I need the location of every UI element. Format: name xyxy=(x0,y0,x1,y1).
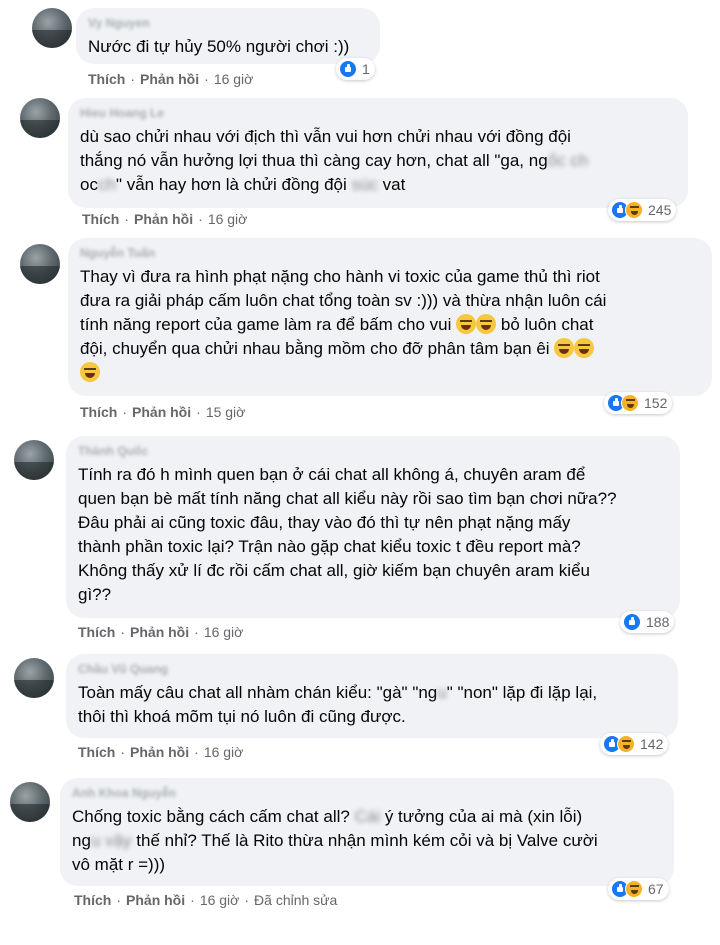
timestamp[interactable]: 16 giờ xyxy=(208,211,248,227)
laughing-emoji-icon xyxy=(476,314,497,334)
avatar[interactable] xyxy=(14,440,54,480)
comment-actions: Thích · Phản hồi · 16 giờ xyxy=(82,211,248,227)
comment-bubble: Châu Vũ Quang Toàn mấy câu chat all nhàm… xyxy=(66,654,678,738)
reaction-count: 142 xyxy=(640,736,664,752)
comment-line: gì?? xyxy=(78,585,112,604)
laughing-emoji-icon xyxy=(554,338,575,358)
reaction-summary[interactable]: 67 xyxy=(608,878,669,900)
avatar[interactable] xyxy=(20,98,60,138)
censored-text: Cái xyxy=(354,807,381,826)
avatar[interactable] xyxy=(32,8,72,48)
comment-line: occh" vẫn hay hơn là chửi đồng đội súc v… xyxy=(80,175,406,194)
comment-actions: Thích · Phản hồi · 16 giờ xyxy=(78,624,244,640)
comment-line: Nước đi tự hủy 50% người chơi :)) xyxy=(88,37,350,56)
timestamp[interactable]: 16 giờ xyxy=(200,892,240,908)
reaction-summary[interactable]: 142 xyxy=(600,733,669,755)
censored-text: ch xyxy=(97,175,116,194)
reaction-count: 1 xyxy=(362,61,370,77)
comment-line: quen bạn bè mất tính năng chat all kiểu … xyxy=(78,489,617,508)
timestamp[interactable]: 15 giờ xyxy=(206,404,246,420)
timestamp[interactable]: 16 giờ xyxy=(214,71,254,87)
comment-text: Toàn mấy câu chat all nhàm chán kiểu: "g… xyxy=(78,681,666,729)
author-name[interactable]: Thành Quốc xyxy=(78,444,668,459)
comment-line: thắng nó vẫn hưởng lợi thua thì càng cay… xyxy=(80,151,589,170)
comment-line: Tính ra đó h mình quen bạn ở cái chat al… xyxy=(78,465,586,484)
comment-text: Tính ra đó h mình quen bạn ở cái chat al… xyxy=(78,463,668,607)
comment-bubble: Nguyễn Tuấn Thay vì đưa ra hình phạt nặn… xyxy=(68,238,712,396)
comment-line: Đâu phải ai cũng toxic đâu, thay vào đó … xyxy=(78,513,571,532)
reaction-count: 67 xyxy=(648,881,664,897)
censored-text: u vậy xyxy=(90,831,132,850)
comment-bubble: Anh Khoa Nguyễn Chống toxic bằng cách cấ… xyxy=(60,778,674,886)
comment-actions: Thích · Phản hồi · 16 giờ · Đã chỉnh sửa xyxy=(74,892,338,908)
reaction-summary[interactable]: 1 xyxy=(336,58,375,80)
reply-button[interactable]: Phản hồi xyxy=(134,211,193,227)
comment-line: đưa ra giải pháp cấm luôn chat tổng toàn… xyxy=(80,291,607,310)
edited-label[interactable]: Đã chỉnh sửa xyxy=(254,892,337,908)
comment-line: Không thấy xử lí đc rồi cấm chat all, gi… xyxy=(78,561,590,580)
like-button[interactable]: Thích xyxy=(80,404,117,420)
avatar[interactable] xyxy=(10,782,50,822)
haha-icon xyxy=(617,735,635,753)
author-name[interactable]: Nguyễn Tuấn xyxy=(80,246,700,261)
reaction-count: 188 xyxy=(646,614,670,630)
comment-bubble: Thành Quốc Tính ra đó h mình quen bạn ở … xyxy=(66,436,680,618)
reaction-summary[interactable]: 152 xyxy=(604,392,673,414)
comment-bubble: Hieu Hoang Le dù sao chửi nhau với địch … xyxy=(68,98,688,208)
reply-button[interactable]: Phản hồi xyxy=(130,624,189,640)
haha-icon xyxy=(625,201,643,219)
laughing-emoji-icon xyxy=(456,314,477,334)
like-icon xyxy=(339,60,357,78)
censored-text: súc xyxy=(351,175,378,194)
comment-actions: Thích · Phản hồi · 16 giờ xyxy=(88,71,254,87)
censored-text: u xyxy=(437,683,447,702)
comment-actions: Thích · Phản hồi · 15 giờ xyxy=(80,404,246,420)
reply-button[interactable]: Phản hồi xyxy=(132,404,191,420)
like-icon xyxy=(623,613,641,631)
comment-line: Thay vì đưa ra hình phạt nặng cho hành v… xyxy=(80,267,600,286)
reaction-count: 152 xyxy=(644,395,668,411)
timestamp[interactable]: 16 giờ xyxy=(204,744,244,760)
avatar[interactable] xyxy=(14,658,54,698)
reply-button[interactable]: Phản hồi xyxy=(126,892,185,908)
comment-line: dù sao chửi nhau với địch thì vẫn vui hơ… xyxy=(80,127,571,146)
haha-icon xyxy=(621,394,639,412)
reaction-count: 245 xyxy=(648,202,672,218)
comment-text: dù sao chửi nhau với địch thì vẫn vui hơ… xyxy=(80,125,676,197)
reaction-summary[interactable]: 245 xyxy=(608,199,677,221)
comment-text: Chống toxic bằng cách cấm chat all? Cái … xyxy=(72,805,662,877)
laughing-emoji-icon xyxy=(80,362,100,382)
comment-text: Thay vì đưa ra hình phạt nặng cho hành v… xyxy=(80,265,700,385)
like-button[interactable]: Thích xyxy=(78,744,115,760)
comment-line: đội, chuyển qua chửi nhau bằng mồm cho đ… xyxy=(80,337,700,361)
haha-icon xyxy=(625,880,643,898)
comment-line: tính năng report của game làm ra để bấm … xyxy=(80,314,594,334)
like-button[interactable]: Thích xyxy=(74,892,111,908)
comment-line: thành phần toxic lại? Trận nào gặp chat … xyxy=(78,537,581,556)
comment-line xyxy=(80,361,700,385)
reply-button[interactable]: Phản hồi xyxy=(130,744,189,760)
comment-line: ngu vậy thế nhỉ? Thế là Rito thừa nhận m… xyxy=(72,831,598,850)
comment-line: vô mặt r =))) xyxy=(72,855,166,874)
author-name[interactable]: Anh Khoa Nguyễn xyxy=(72,786,662,801)
comment-line: Chống toxic bằng cách cấm chat all? Cái … xyxy=(72,807,583,826)
author-name[interactable]: Châu Vũ Quang xyxy=(78,662,666,677)
author-name[interactable]: Hieu Hoang Le xyxy=(80,106,676,121)
comment-bubble: Vy Nguyen Nước đi tự hủy 50% người chơi … xyxy=(76,8,380,64)
comment-line: Toàn mấy câu chat all nhàm chán kiểu: "g… xyxy=(78,683,598,702)
timestamp[interactable]: 16 giờ xyxy=(204,624,244,640)
avatar[interactable] xyxy=(20,244,60,284)
comment-text: Nước đi tự hủy 50% người chơi :)) xyxy=(88,35,368,59)
like-button[interactable]: Thích xyxy=(88,71,125,87)
like-button[interactable]: Thích xyxy=(78,624,115,640)
comment-line: thôi thì khoá mõm tụi nó luôn đi cũng đư… xyxy=(78,707,406,726)
comment-actions: Thích · Phản hồi · 16 giờ xyxy=(78,744,244,760)
like-button[interactable]: Thích xyxy=(82,211,119,227)
laughing-emoji-icon xyxy=(574,338,595,358)
reply-button[interactable]: Phản hồi xyxy=(140,71,199,87)
author-name[interactable]: Vy Nguyen xyxy=(88,16,368,31)
reaction-summary[interactable]: 188 xyxy=(620,611,675,633)
censored-text: ốc ch xyxy=(547,151,589,170)
